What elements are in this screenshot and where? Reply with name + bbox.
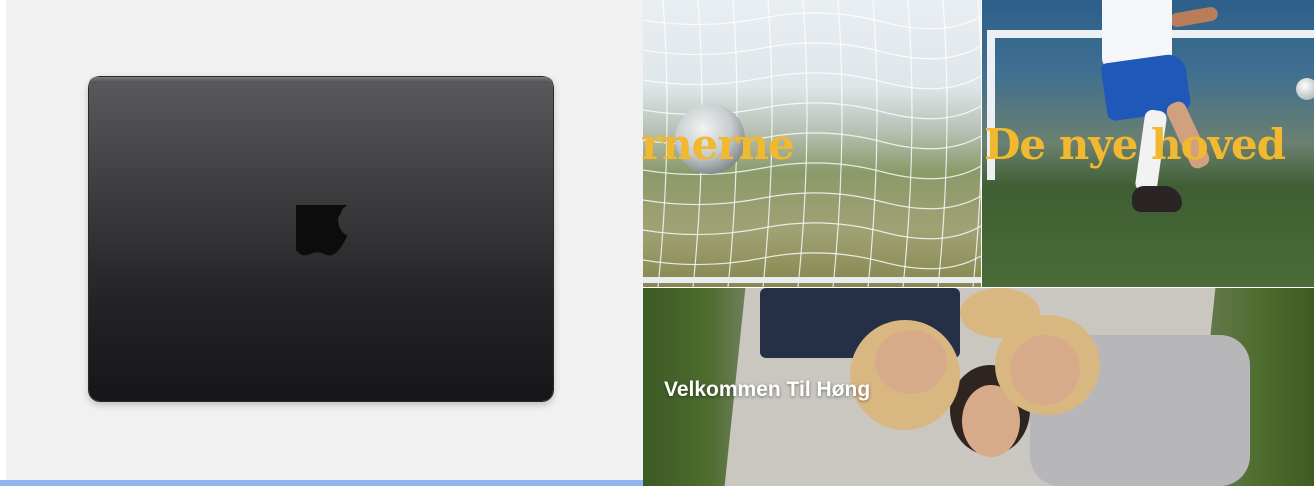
apple-logo-icon	[296, 205, 348, 256]
panel-edge	[0, 0, 6, 486]
face	[1010, 335, 1080, 405]
headline-left[interactable]: rnerne	[641, 124, 795, 166]
laptop-sheen	[89, 77, 553, 83]
headline-right[interactable]: De nye hoved	[984, 124, 1286, 166]
soccer-ball-small	[1296, 78, 1314, 100]
product-panel	[0, 0, 643, 486]
welcome-caption[interactable]: Velkommen Til Høng	[664, 378, 870, 402]
face	[875, 330, 947, 394]
player-boot	[1132, 186, 1182, 212]
accent-bar	[0, 480, 643, 486]
